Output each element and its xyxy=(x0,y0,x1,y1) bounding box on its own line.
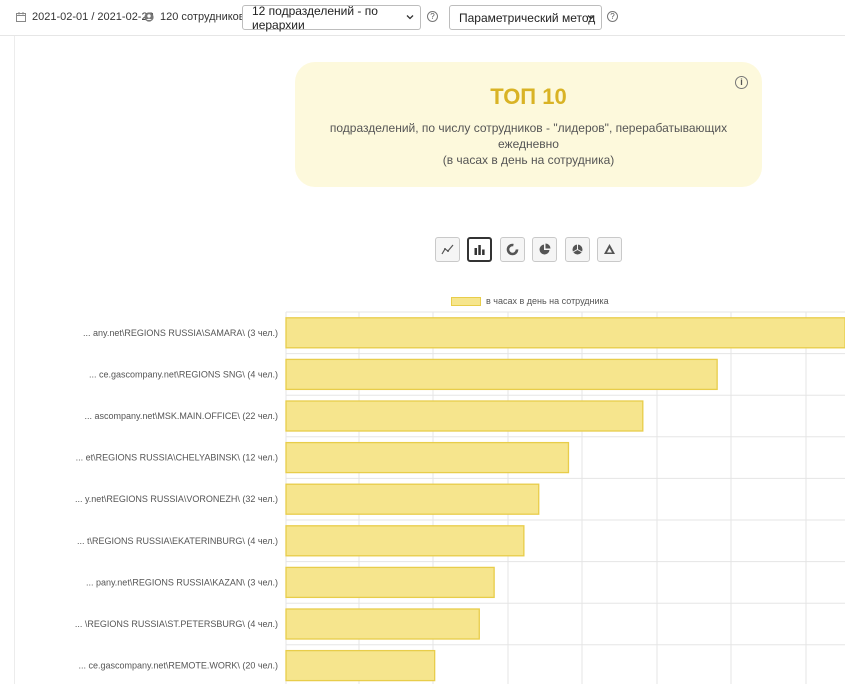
category-label: ... \REGIONS RUSSIA\ST.PETERSBURG\ (4 че… xyxy=(75,619,278,629)
bar[interactable] xyxy=(285,566,495,599)
category-label: ... ascompany.net\MSK.MAIN.OFFICE\ (22 ч… xyxy=(84,411,278,421)
bar[interactable] xyxy=(285,358,718,391)
category-label: ... pany.net\REGIONS RUSSIA\KAZAN\ (3 че… xyxy=(86,577,278,587)
bar[interactable] xyxy=(285,400,644,432)
bar[interactable] xyxy=(285,441,570,474)
category-label: ... any.net\REGIONS RUSSIA\SAMARA\ (3 че… xyxy=(83,328,278,338)
bar[interactable] xyxy=(285,483,540,515)
category-label: ... et\REGIONS RUSSIA\CHELYABINSK\ (12 ч… xyxy=(76,453,278,463)
bar[interactable] xyxy=(285,608,480,640)
bar[interactable] xyxy=(285,317,845,349)
category-label: ... y.net\REGIONS RUSSIA\VORONEZH\ (32 ч… xyxy=(75,494,278,504)
category-label: ... ce.gascompany.net\REGIONS SNG\ (4 че… xyxy=(89,369,278,379)
bar[interactable] xyxy=(285,649,436,682)
category-label: ... t\REGIONS RUSSIA\EKATERINBURG\ (4 че… xyxy=(77,536,278,546)
bar[interactable] xyxy=(285,525,525,557)
category-label: ... ce.gascompany.net\REMOTE.WORK\ (20 ч… xyxy=(78,661,278,671)
bar-chart: ... any.net\REGIONS RUSSIA\SAMARA\ (3 че… xyxy=(75,311,845,684)
